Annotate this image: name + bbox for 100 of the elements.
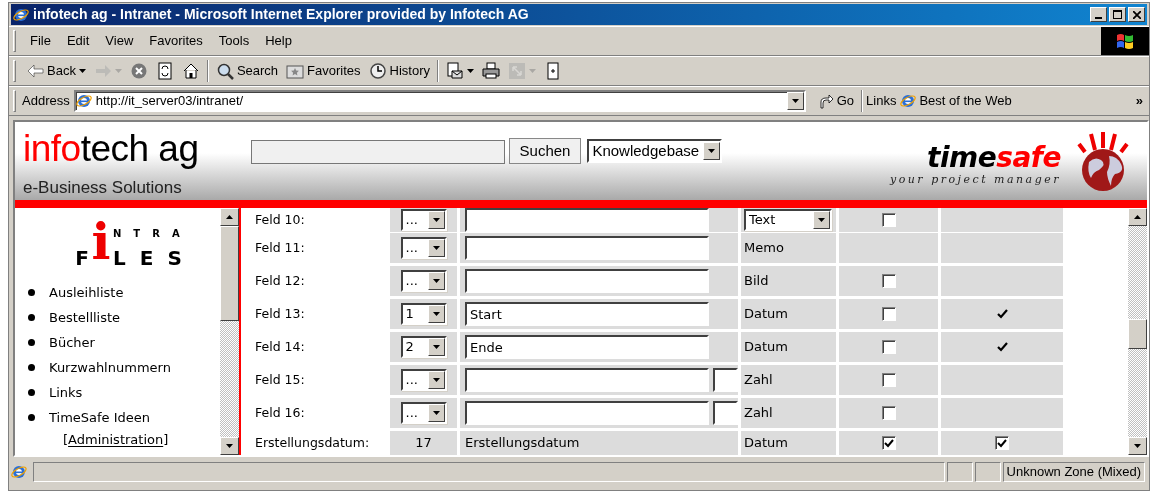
dropdown-button[interactable] (786, 92, 804, 110)
size-field[interactable] (713, 401, 738, 425)
stop-icon (129, 62, 148, 80)
menu-item[interactable]: File (22, 29, 59, 53)
order-dropdown[interactable]: ... (400, 237, 447, 259)
order-dropdown[interactable]: ... (400, 209, 447, 231)
product-logo: timesafe (926, 144, 1061, 172)
browser-icon (75, 93, 92, 109)
caret-icon (432, 218, 440, 222)
order-dropdown[interactable]: ... (400, 270, 447, 292)
order-dropdown[interactable]: ... (400, 402, 447, 424)
caret-icon (818, 218, 825, 222)
scroll-down-button[interactable] (220, 437, 239, 455)
scrollbar-thumb[interactable] (220, 226, 239, 321)
field-type: Datum (744, 338, 788, 357)
scrollbar[interactable] (220, 208, 239, 455)
type-dropdown[interactable]: Text (744, 209, 832, 231)
home-icon (181, 62, 200, 80)
scroll-up-button[interactable] (220, 208, 239, 226)
name-field[interactable] (465, 401, 709, 425)
scroll-down-button[interactable] (1128, 437, 1147, 455)
name-field[interactable] (465, 236, 709, 260)
window-title: infotech ag - Intranet - Microsoft Internet Explorer provided by Infotech AG (33, 5, 529, 24)
name-field[interactable]: Start (465, 302, 709, 326)
star-folder-icon (286, 62, 305, 80)
name-field[interactable] (465, 368, 709, 392)
search-button[interactable]: Suchen (508, 138, 582, 164)
back-arrow-icon (26, 62, 44, 80)
caret-icon (432, 279, 440, 283)
refresh-icon (155, 62, 174, 80)
maximize-button[interactable] (1109, 7, 1126, 22)
order-dropdown[interactable]: 1 (400, 303, 447, 325)
caret-icon (432, 378, 440, 382)
bullet-icon (28, 389, 35, 396)
search-button[interactable]: Search (211, 59, 283, 83)
scrollbar[interactable] (1128, 208, 1147, 455)
sidebar-link[interactable]: Links (49, 382, 83, 403)
bullet-icon (28, 289, 35, 296)
checkbox[interactable] (881, 436, 896, 450)
menu-item[interactable]: Help (257, 29, 300, 53)
back-button[interactable]: Back (22, 59, 90, 83)
search-field[interactable] (250, 140, 505, 164)
name-field[interactable]: Ende (465, 335, 709, 359)
flag-icon (1115, 32, 1135, 50)
checkbox[interactable] (881, 307, 896, 321)
company-logo: infotech ag (23, 130, 199, 167)
link-button[interactable]: Best of the Web (896, 89, 1016, 113)
sidebar-link[interactable]: Bestellliste (49, 307, 121, 328)
size-field[interactable] (713, 368, 738, 392)
sidebar-link[interactable]: Ausleihliste (49, 282, 124, 303)
printer-icon (482, 62, 501, 80)
caret-icon (791, 99, 799, 103)
caret-icon (708, 149, 716, 153)
checkbox[interactable] (881, 406, 896, 420)
name-field[interactable] (465, 269, 709, 293)
edit-icon (508, 62, 527, 80)
sidebar-link[interactable]: Bücher (49, 332, 95, 353)
caret-icon (529, 69, 537, 73)
administration-link[interactable]: [Administration] (63, 433, 169, 446)
favorites-button[interactable]: Favorites (282, 59, 365, 83)
bullet-icon (28, 339, 35, 346)
chevron-button[interactable]: » (1135, 91, 1143, 111)
history-button[interactable]: History (364, 59, 435, 83)
go-button[interactable]: Go (813, 89, 859, 113)
order-dropdown[interactable]: ... (400, 369, 447, 391)
sidebar-link[interactable]: Kurzwahlnummern (49, 357, 171, 378)
clock-icon (368, 62, 387, 80)
minimize-icon (1095, 16, 1102, 19)
bullet-icon (28, 364, 35, 371)
close-button[interactable] (1128, 7, 1145, 22)
minimize-button[interactable] (1090, 7, 1107, 22)
address-field[interactable]: http://it_server03/intranet/ (73, 90, 806, 112)
sidebar-link[interactable]: TimeSafe Ideen (49, 407, 151, 428)
caret-icon (432, 312, 440, 316)
scroll-up-button[interactable] (1128, 208, 1147, 226)
menu-item[interactable]: Tools (210, 29, 258, 53)
checkbox[interactable] (881, 213, 896, 227)
maximize-icon (1113, 10, 1122, 19)
scrollbar-thumb[interactable] (1128, 319, 1147, 349)
checkbox[interactable] (881, 340, 896, 354)
menu-item[interactable]: Edit (58, 29, 98, 53)
menu-item[interactable]: Favorites (141, 29, 211, 53)
down-arrow-icon (226, 444, 233, 448)
field-type: Zahl (744, 404, 773, 423)
caret-icon (432, 246, 440, 250)
checkbox[interactable] (995, 436, 1009, 450)
check-icon (996, 342, 1008, 352)
order-dropdown[interactable]: 2 (400, 336, 447, 358)
browser-icon (11, 463, 27, 480)
forward-arrow-icon (93, 62, 112, 80)
field-type: Datum (744, 305, 788, 324)
caret-icon (432, 411, 440, 415)
field-type: Datum (744, 434, 788, 453)
checkbox[interactable] (881, 373, 896, 387)
checkbox[interactable] (881, 274, 896, 288)
links-label: Links (866, 92, 897, 111)
browser-icon (900, 93, 917, 109)
menu-item[interactable]: View (97, 29, 142, 53)
product-tagline: your project manager (889, 172, 1061, 188)
scope-dropdown[interactable]: Knowledgebase (587, 139, 723, 163)
